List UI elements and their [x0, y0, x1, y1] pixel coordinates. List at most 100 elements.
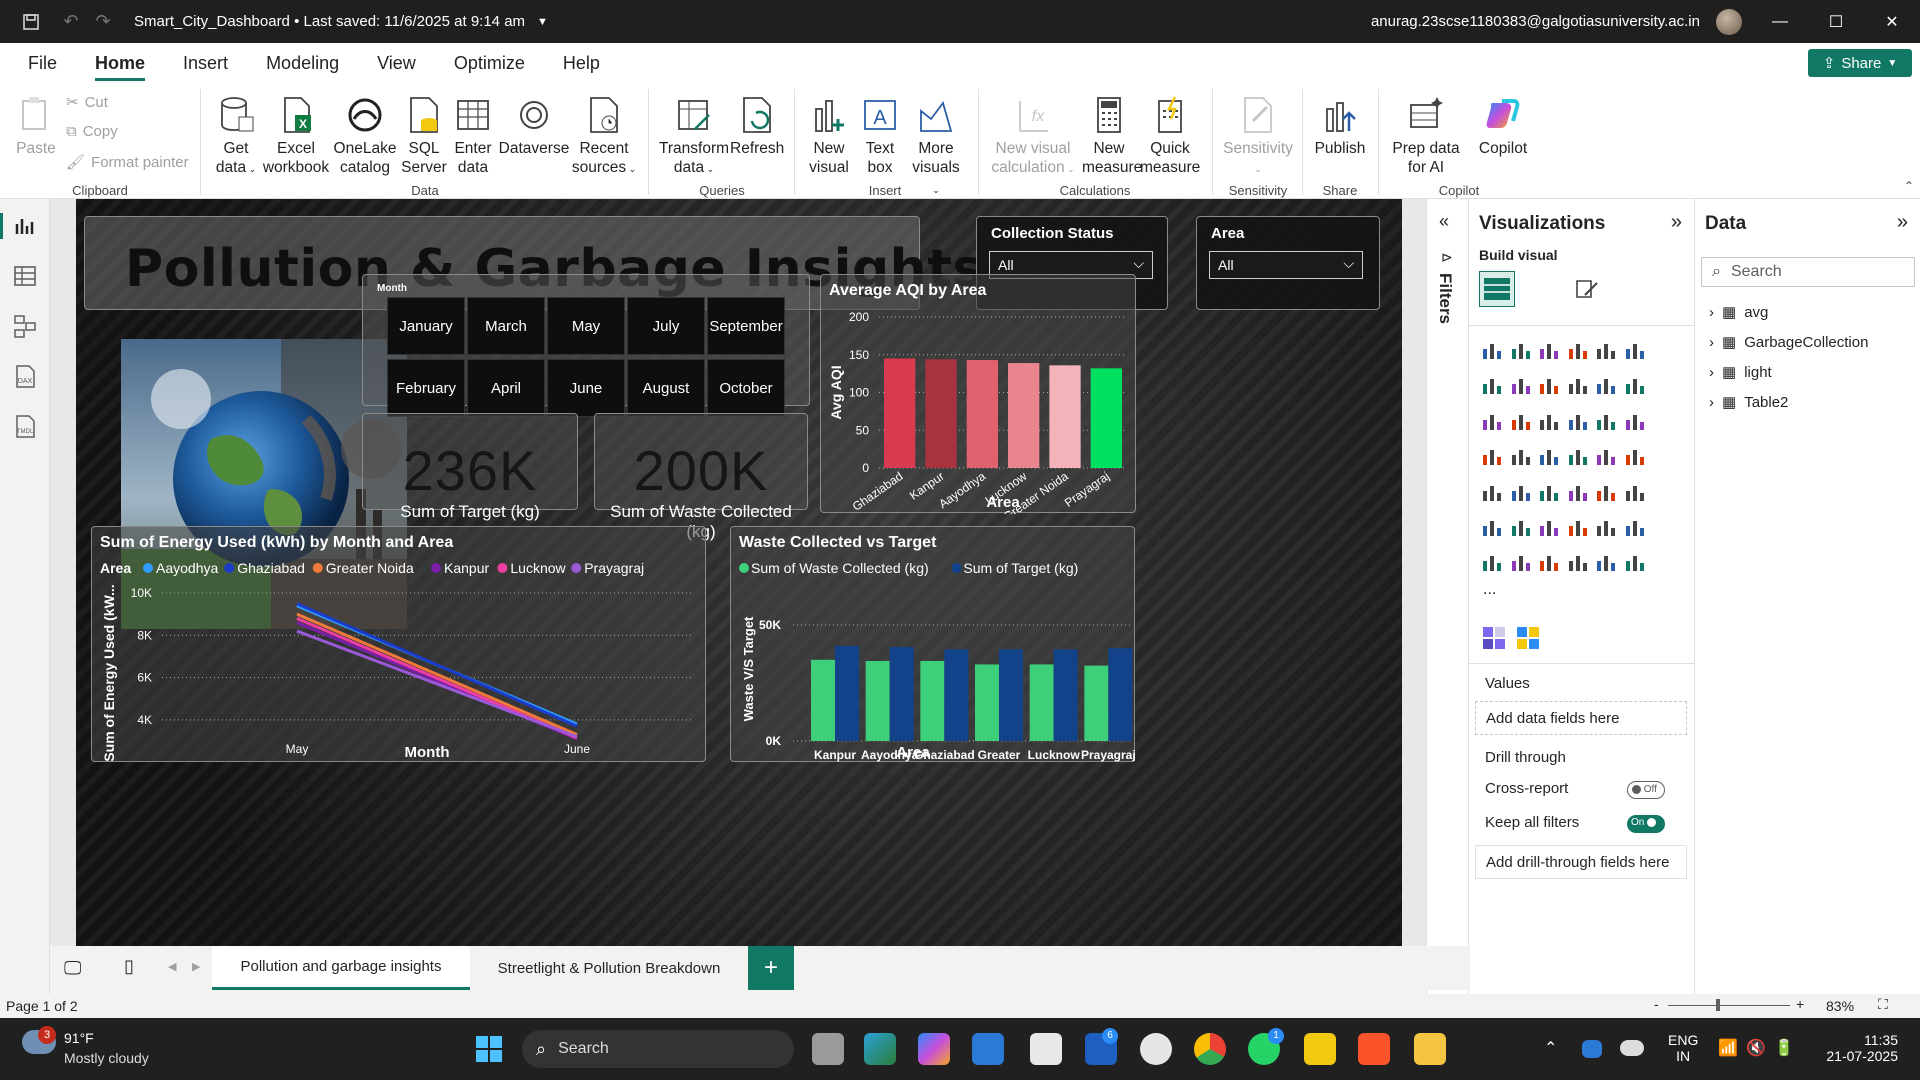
search-field[interactable]: ⌕ Search	[1701, 257, 1915, 287]
start-icon[interactable]	[473, 1033, 505, 1065]
table-item-avg[interactable]: › ▦ avg	[1709, 303, 1768, 322]
clustered-column-icon[interactable]	[1567, 339, 1589, 361]
prev-page-icon[interactable]: ◀	[168, 960, 176, 973]
chevron-left-icon[interactable]: «	[1439, 211, 1449, 232]
scatter-icon[interactable]	[1567, 410, 1589, 432]
edge-icon[interactable]	[864, 1033, 896, 1065]
dax-query-icon[interactable]: DAX	[12, 363, 38, 389]
funnel-icon[interactable]	[1538, 410, 1560, 432]
slicer-new-icon[interactable]	[1538, 551, 1560, 573]
filters-pane[interactable]: « ⊳ Filters	[1426, 199, 1468, 994]
pie-icon[interactable]	[1595, 410, 1617, 432]
prep-data-ai-button[interactable]: Prep data for AI	[1384, 95, 1468, 177]
copy-button[interactable]: ⧉ Copy	[66, 123, 118, 140]
store-icon[interactable]	[1030, 1033, 1062, 1065]
goals-icon[interactable]	[1624, 516, 1646, 538]
month-button-april[interactable]: April	[467, 359, 545, 417]
month-button-march[interactable]: March	[467, 297, 545, 355]
model-view-icon[interactable]	[12, 313, 38, 339]
table-view-icon[interactable]	[12, 263, 38, 289]
smart-narrative-icon[interactable]	[1595, 516, 1617, 538]
chevron-up-icon[interactable]: ⌃	[1544, 1038, 1557, 1058]
sensitivity-button[interactable]: Sensitivity ⌄	[1222, 95, 1294, 179]
tab-pollution-garbage[interactable]: Pollution and garbage insights	[212, 946, 470, 990]
language-indicator[interactable]: ENG IN	[1668, 1032, 1698, 1064]
file-explorer-icon[interactable]	[1414, 1033, 1446, 1065]
onedrive-icon[interactable]	[1620, 1040, 1644, 1056]
card-icon[interactable]	[1624, 445, 1646, 467]
azure-map-icon[interactable]	[1567, 445, 1589, 467]
card-new-icon[interactable]	[1510, 551, 1532, 573]
recent-sources-button[interactable]: Recent sources ⌄	[570, 95, 638, 179]
transform-data-button[interactable]: Transform data ⌄	[658, 95, 730, 179]
line-column-icon[interactable]	[1595, 374, 1617, 396]
month-button-june[interactable]: June	[547, 359, 625, 417]
menu-file[interactable]: File	[28, 43, 57, 83]
text-box-button[interactable]: A Text box	[856, 95, 904, 177]
filters-label[interactable]: Filters	[1435, 273, 1455, 324]
area-dropdown[interactable]: All ⌵	[1209, 251, 1363, 279]
menu-help[interactable]: Help	[563, 43, 600, 83]
paste-button[interactable]: Paste	[14, 95, 58, 158]
stacked-bar-icon[interactable]	[1481, 339, 1503, 361]
paginated-icon[interactable]	[1481, 551, 1503, 573]
undo-icon[interactable]: ↶	[60, 11, 82, 33]
waste-chart-card[interactable]: Waste Collected vs Target Sum of Waste Co…	[730, 526, 1136, 778]
month-button-may[interactable]: May	[547, 297, 625, 355]
refresh-button[interactable]: Refresh	[730, 95, 784, 158]
month-button-october[interactable]: October	[707, 359, 785, 417]
desktop-layout-icon[interactable]: 🖵	[64, 958, 81, 979]
stacked-column-icon[interactable]	[1510, 339, 1532, 361]
format-visual-tab[interactable]	[1569, 271, 1605, 307]
new-visual-button[interactable]: New visual	[804, 95, 854, 177]
month-button-july[interactable]: July	[627, 297, 705, 355]
redo-icon[interactable]: ↷	[92, 11, 114, 33]
expand-icon[interactable]: »	[1671, 211, 1682, 234]
fit-page-icon[interactable]: ⛶	[1878, 996, 1888, 1013]
energy-chart-card[interactable]: Sum of Energy Used (kWh) by Month and Ar…	[91, 526, 706, 762]
waterfall-icon[interactable]	[1510, 410, 1532, 432]
more-visuals-ellipsis[interactable]: ...	[1483, 581, 1496, 599]
get-data-button[interactable]: Get data ⌄	[210, 95, 262, 179]
drill-through-well[interactable]: Add drill-through fields here	[1475, 845, 1687, 879]
avatar[interactable]	[1716, 8, 1742, 35]
chrome-icon[interactable]	[1194, 1033, 1226, 1065]
gauge-icon[interactable]	[1595, 445, 1617, 467]
100-column-icon[interactable]	[1624, 339, 1646, 361]
month-button-september[interactable]: September	[707, 297, 785, 355]
tray-app-icon[interactable]	[1582, 1040, 1602, 1058]
task-view-icon[interactable]	[812, 1033, 844, 1065]
power-apps-icon[interactable]	[1595, 551, 1617, 573]
decomposition-tree-icon[interactable]	[1538, 516, 1560, 538]
zoom-thumb[interactable]	[1716, 999, 1720, 1011]
report-view-icon[interactable]	[12, 213, 38, 239]
table-item-table2[interactable]: › ▦ Table2	[1709, 393, 1788, 412]
line-stacked-icon[interactable]	[1481, 410, 1503, 432]
month-button-february[interactable]: February	[387, 359, 465, 417]
power-automate-icon[interactable]	[1624, 551, 1646, 573]
taskbar-search[interactable]: ⌕ Search	[522, 1030, 794, 1068]
treemap-icon[interactable]	[1481, 445, 1503, 467]
keep-filters-toggle[interactable]: On	[1627, 815, 1665, 833]
cut-button[interactable]: ✂ Cut	[66, 93, 108, 112]
line-icon[interactable]	[1481, 374, 1503, 396]
expand-icon[interactable]: »	[1897, 211, 1908, 234]
ribbon-icon[interactable]	[1624, 374, 1646, 396]
python-icon[interactable]	[1481, 516, 1503, 538]
aqi-chart-card[interactable]: Average AQI by Area 0 50 100 150 200 Avg AQI Gh…	[820, 274, 1136, 524]
format-painter-button[interactable]: 🖌 Format painter	[66, 153, 189, 172]
cross-report-toggle[interactable]: Off	[1627, 781, 1665, 799]
document-title[interactable]: Smart_City_Dashboard • Last saved: 11/6/…	[134, 13, 525, 30]
month-button-august[interactable]: August	[627, 359, 705, 417]
new-measure-button[interactable]: New measure	[1082, 95, 1142, 177]
weather-desc[interactable]: Mostly cloudy	[64, 1050, 149, 1066]
close-button[interactable]: ✕	[1864, 0, 1920, 43]
minimize-button[interactable]: —	[1752, 0, 1808, 43]
custom-visual-icon[interactable]	[1483, 627, 1505, 649]
maximize-button[interactable]: ☐	[1808, 0, 1864, 43]
zoom-in-icon[interactable]: +	[1796, 996, 1804, 1012]
powerbi-icon[interactable]	[1304, 1033, 1336, 1065]
menu-modeling[interactable]: Modeling	[266, 43, 339, 83]
clock[interactable]: 11:35 21-07-2025	[1818, 1032, 1898, 1064]
user-account[interactable]: anurag.23scse1180383@galgotiasuniversity…	[1371, 13, 1700, 30]
